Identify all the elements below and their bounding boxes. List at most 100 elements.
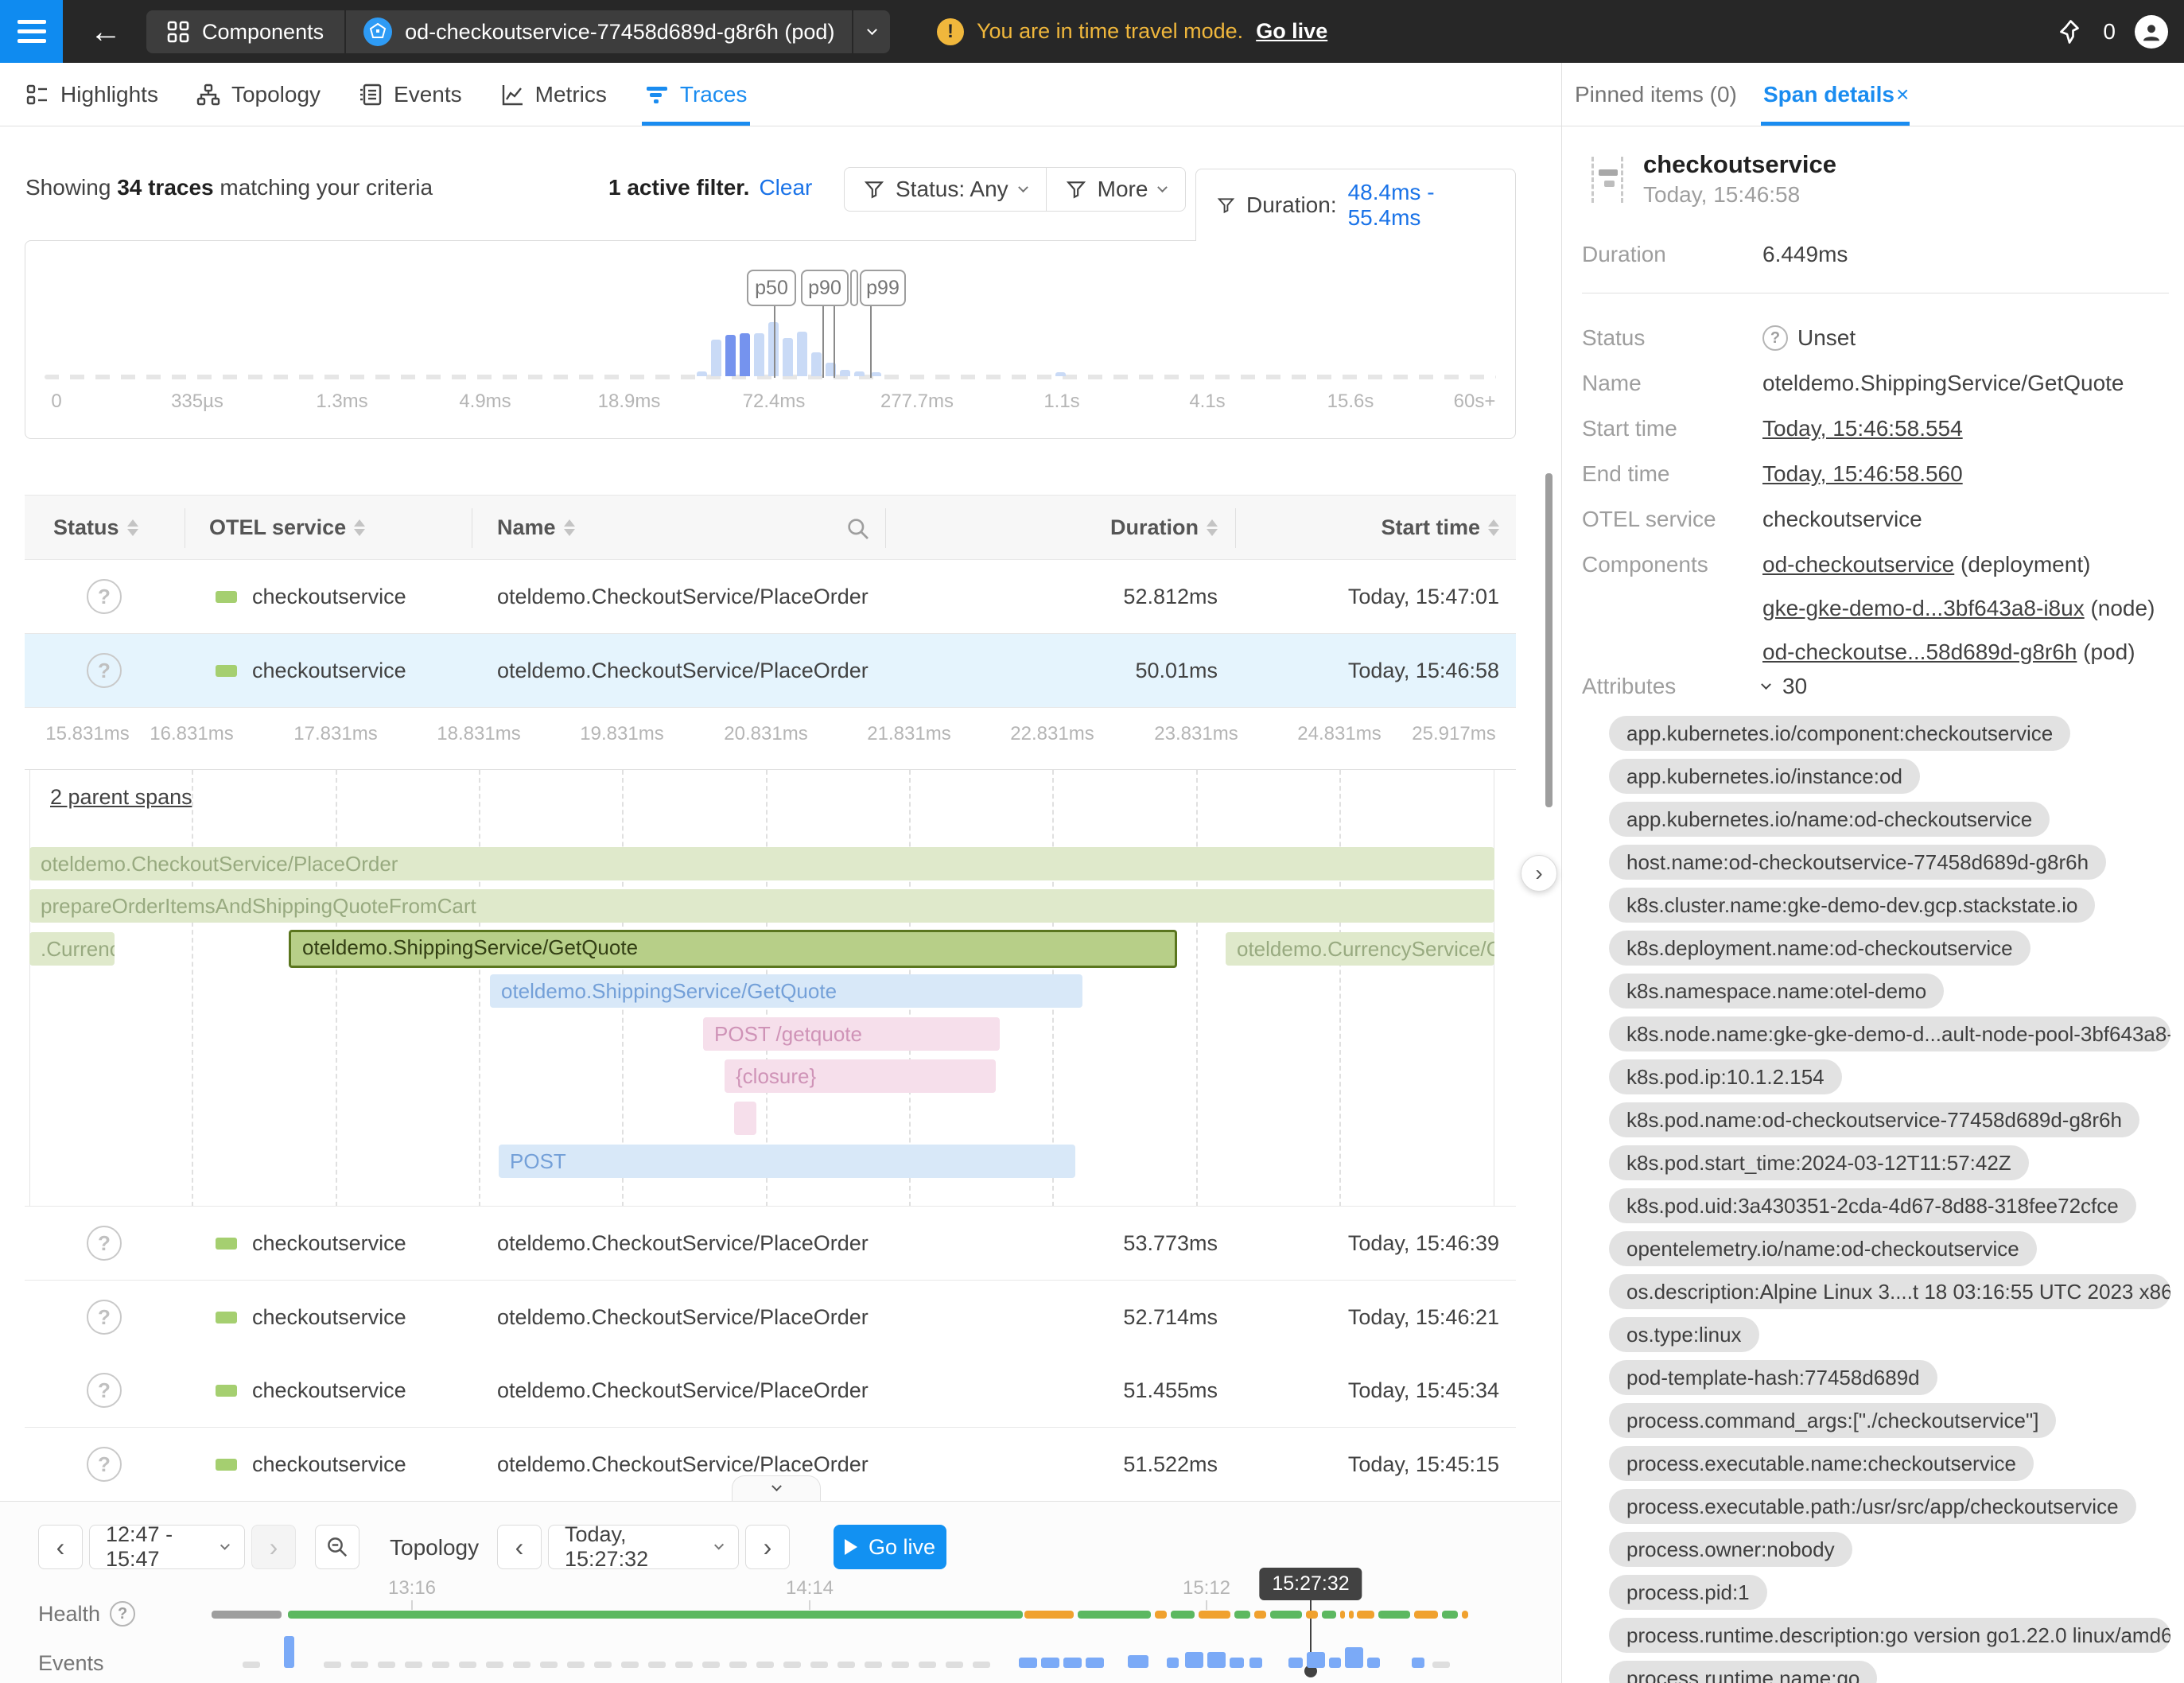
histogram-bar[interactable] [740,333,750,376]
event-bar[interactable] [1167,1658,1179,1668]
component-link[interactable]: gke-gke-demo-d...3bf643a8-i8ux [1762,596,2085,620]
vertical-scrollbar[interactable] [1545,473,1553,807]
attribute-chip[interactable]: k8s.pod.name:od-checkoutservice-77458d68… [1609,1102,2139,1137]
range-prev-button[interactable]: ‹ [38,1525,83,1569]
attribute-chip[interactable]: os.type:linux [1609,1317,1759,1352]
table-row[interactable]: ?checkoutserviceoteldemo.CheckoutService… [25,634,1516,708]
time-next-button[interactable]: › [745,1525,790,1569]
histogram-bar[interactable] [797,332,807,376]
time-prev-button[interactable]: ‹ [497,1525,542,1569]
event-bar[interactable] [1329,1658,1341,1668]
attribute-chip[interactable]: app.kubernetes.io/component:checkoutserv… [1609,716,2070,751]
event-bar[interactable] [1367,1658,1380,1668]
table-row[interactable]: ?checkoutserviceoteldemo.CheckoutService… [25,1207,1516,1281]
event-bar[interactable] [1307,1652,1325,1668]
component-link[interactable]: od-checkoutse...58d689d-g8r6h [1762,639,2077,664]
event-bar[interactable] [1086,1658,1104,1668]
event-bar[interactable] [1288,1658,1303,1668]
column-header-otel-service[interactable]: OTEL service [209,496,365,559]
histogram-bar[interactable] [697,371,707,376]
attribute-chip[interactable]: app.kubernetes.io/instance:od [1609,759,1920,794]
histogram-bar[interactable] [725,335,736,376]
percentile-label-p50[interactable]: p50 [747,270,796,306]
span-bar[interactable] [734,1102,756,1135]
attribute-chip[interactable]: process.owner:nobody [1609,1532,1852,1567]
span-bar[interactable]: POST [499,1145,1075,1178]
event-bar[interactable] [1128,1655,1148,1668]
duration-histogram[interactable]: 0335µs1.3ms4.9ms18.9ms72.4ms277.7ms1.1s4… [25,240,1516,439]
pin-icon[interactable] [2055,17,2084,46]
clear-filters-link[interactable]: Clear [759,175,812,200]
go-live-button[interactable]: Go live [834,1525,946,1569]
histogram-bar[interactable] [711,340,721,376]
span-bar[interactable]: {closure} [725,1059,996,1093]
current-time-dropdown[interactable]: Today, 15:27:32 [548,1525,739,1569]
column-header-status[interactable]: Status [53,496,138,559]
attribute-chip[interactable]: app.kubernetes.io/name:od-checkoutservic… [1609,802,2050,837]
table-row[interactable]: ?checkoutserviceoteldemo.CheckoutService… [25,1281,1516,1355]
span-bar[interactable]: .CurrencyServ... [29,932,115,966]
status-filter-button[interactable]: Status: Any [845,168,1046,211]
histogram-bar[interactable] [871,372,881,376]
tab-metrics[interactable]: Metrics [500,63,607,126]
event-bar[interactable] [1412,1658,1424,1668]
search-icon[interactable] [845,516,871,542]
percentile-label-p90[interactable]: p90 [801,270,849,306]
attribute-chip[interactable]: k8s.namespace.name:otel-demo [1609,974,1944,1009]
event-bar[interactable] [1207,1652,1226,1668]
sort-icon[interactable] [354,519,365,536]
tab-topology[interactable]: Topology [196,63,321,126]
attribute-chip[interactable]: k8s.cluster.name:gke-demo-dev.gcp.stacks… [1609,888,2095,923]
event-bar[interactable] [1019,1658,1037,1668]
table-row[interactable]: ?checkoutserviceoteldemo.CheckoutService… [25,1354,1516,1428]
span-bar[interactable]: oteldemo.ShippingService/GetQuote [289,930,1177,968]
more-filters-button[interactable]: More [1046,168,1186,211]
span-bar[interactable]: oteldemo.CurrencyService/Co [1226,932,1494,966]
time-marker-tooltip[interactable]: 15:27:32 [1259,1568,1362,1600]
attribute-chip[interactable]: pod-template-hash:77458d689d [1609,1360,1937,1395]
attribute-chip[interactable]: process.executable.path:/usr/src/app/che… [1609,1489,2136,1524]
entity-dropdown-caret[interactable] [853,10,890,53]
tab-pinned-items[interactable]: Pinned items (0) [1575,82,1737,107]
tab-highlights[interactable]: Highlights [25,63,158,126]
go-live-link[interactable]: Go live [1256,19,1327,44]
attribute-chip[interactable]: process.runtime.description:go version g… [1609,1618,2170,1653]
histogram-bar[interactable] [854,371,865,376]
attributes-toggle[interactable]: 30 [1762,674,1807,699]
tab-events[interactable]: Events [359,63,462,126]
percentile-label-p99[interactable]: p99 [860,270,906,306]
component-link[interactable]: od-checkoutservice [1762,552,1954,577]
parent-spans-link[interactable]: 2 parent spans [50,785,192,810]
sort-icon[interactable] [1488,519,1499,536]
entity-selector[interactable]: od-checkoutservice-77458d689d-g8r6h (pod… [346,10,852,53]
close-span-details-icon[interactable]: × [1896,82,1909,107]
tab-span-details[interactable]: Span details [1763,82,1894,107]
sort-icon[interactable] [127,519,138,536]
attribute-chip[interactable]: os.description:Alpine Linux 3....t 18 03… [1609,1274,2170,1309]
attribute-chip[interactable]: k8s.pod.ip:10.1.2.154 [1609,1059,1842,1094]
event-bar[interactable] [1041,1658,1059,1668]
time-range-dropdown[interactable]: 12:47 - 15:47 [89,1525,245,1569]
span-bar[interactable]: oteldemo.ShippingService/GetQuote [490,974,1082,1008]
histogram-bar[interactable] [811,352,822,376]
attribute-chip[interactable]: process.runtime.name:go [1609,1661,1877,1683]
zoom-out-button[interactable] [315,1525,359,1569]
histogram-bar[interactable] [1055,372,1066,376]
event-bar[interactable] [1230,1658,1244,1668]
column-header-start-time[interactable]: Start time [1381,496,1499,559]
attribute-chip[interactable]: k8s.pod.start_time:2024-03-12T11:57:42Z [1609,1145,2029,1180]
help-icon[interactable]: ? [110,1601,135,1627]
column-header-duration[interactable]: Duration [1110,496,1218,559]
back-arrow-icon[interactable]: ← [86,14,126,49]
histogram-bar[interactable] [754,333,764,376]
components-nav-button[interactable]: Components [146,10,344,53]
sort-icon[interactable] [1207,519,1218,536]
end-time-link[interactable]: Today, 15:46:58.560 [1762,461,1963,487]
duration-filter-value[interactable]: 48.4ms - 55.4ms [1348,180,1494,231]
attribute-chip[interactable]: process.pid:1 [1609,1575,1767,1610]
sort-icon[interactable] [564,519,575,536]
duration-filter[interactable]: Duration: 48.4ms - 55.4ms [1195,169,1516,241]
attribute-chip[interactable]: k8s.pod.uid:3a430351-2cda-4d67-8d88-318f… [1609,1188,2136,1223]
panel-expand-button[interactable]: › [1521,855,1557,892]
attribute-chip[interactable]: process.executable.name:checkoutservice [1609,1446,2034,1481]
